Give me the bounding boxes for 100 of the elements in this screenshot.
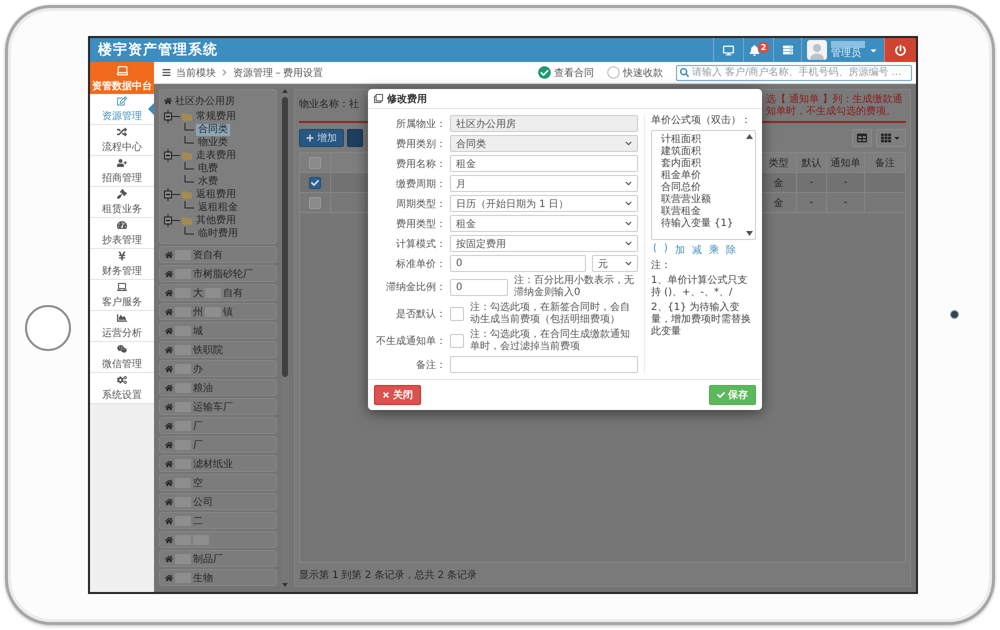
property-item[interactable]: 厂 <box>159 417 277 434</box>
tree-node[interactable]: 合同类 <box>196 124 230 136</box>
area-chart-icon <box>117 312 127 322</box>
gears-icon <box>117 374 127 384</box>
tree-node[interactable]: 物业类 <box>196 136 230 148</box>
property-item[interactable]: 资自有 <box>159 246 277 263</box>
formula-option[interactable]: 建筑面积 <box>660 146 702 158</box>
home-button[interactable] <box>25 305 71 351</box>
input-field[interactable] <box>450 356 638 373</box>
sidebar-item[interactable]: 运营分析 <box>90 311 154 342</box>
tree-node[interactable]: 返租租金 <box>196 202 240 214</box>
property-item[interactable]: 办 <box>159 360 277 377</box>
quick-link[interactable]: 快速收款 <box>603 66 667 80</box>
columns-button[interactable] <box>876 129 906 147</box>
tree-node[interactable]: 临时费用 <box>196 228 240 240</box>
tree-node[interactable]: 常规费用 <box>194 110 238 122</box>
home-icon <box>165 516 173 524</box>
operator-link[interactable]: 加 <box>674 243 685 257</box>
property-item[interactable]: 城 <box>159 322 277 339</box>
sidebar-item[interactable]: 抄表管理 <box>90 218 154 249</box>
sidebar-item[interactable]: 系统设置 <box>90 373 154 404</box>
tree-expander-icon[interactable] <box>164 188 180 201</box>
operator-link[interactable]: 除 <box>726 243 736 257</box>
formula-option[interactable]: 套内面积 <box>660 158 702 170</box>
sidebar-item[interactable]: 招商管理 <box>90 156 154 187</box>
tree-expander-icon[interactable] <box>164 110 180 123</box>
note-title: 注： <box>651 260 672 272</box>
home-icon <box>165 288 173 296</box>
user-role: 管理员 <box>831 49 861 59</box>
tree-node[interactable]: 返租费用 <box>194 188 238 200</box>
home-icon <box>165 460 173 468</box>
scrollbar[interactable] <box>281 89 289 587</box>
property-item[interactable]: 公司 <box>159 493 277 510</box>
select-field[interactable]: 租金 <box>450 215 638 232</box>
operator-link[interactable]: ) <box>664 243 668 257</box>
tree-expander-icon[interactable] <box>164 149 180 162</box>
column-header: 通知单 <box>826 153 864 172</box>
property-item[interactable]: 制品厂 <box>159 550 277 567</box>
formula-option[interactable]: 合同总价 <box>660 182 702 194</box>
checkbox[interactable] <box>309 156 321 168</box>
operator-link[interactable]: 减 <box>692 243 702 257</box>
home-icon <box>164 97 172 105</box>
field-label: 是否默认： <box>396 308 446 321</box>
save-button[interactable]: 保存 <box>709 385 756 405</box>
field-label: 标准单价： <box>396 258 446 270</box>
property-item[interactable]: 空 <box>159 474 277 491</box>
scroll-up-icon[interactable] <box>746 134 753 139</box>
property-item[interactable]: 滤材纸业 <box>159 455 277 472</box>
formula-option[interactable]: 联营租金 <box>660 206 702 218</box>
sidebar-item[interactable]: 资源管理 <box>90 94 154 125</box>
tree-root[interactable]: 社区办公用房 <box>175 94 235 108</box>
formula-option[interactable]: 待输入变量 {1} <box>660 218 734 230</box>
sidebar-item[interactable]: 微信管理 <box>90 342 154 373</box>
tree-node[interactable]: 其他费用 <box>194 214 238 226</box>
formula-option[interactable]: 联营营业额 <box>660 194 712 206</box>
select-field[interactable]: 按固定费用 <box>450 235 638 252</box>
home-icon <box>165 364 173 372</box>
sidebar-item[interactable]: 租赁业务 <box>90 187 154 218</box>
property-item[interactable]: 铁职院 <box>159 341 277 358</box>
input-field[interactable]: 0 <box>450 278 508 296</box>
sidebar-item[interactable]: 客户服务 <box>90 280 154 311</box>
property-item[interactable]: 市树脂砂轮厂 <box>159 265 277 282</box>
input-field[interactable]: 租金 <box>450 155 638 172</box>
scroll-down-icon[interactable] <box>746 231 753 236</box>
edit-icon <box>117 96 127 106</box>
property-item[interactable]: 生物 <box>159 569 277 586</box>
select-field[interactable]: 日历（开始日期为 1 日） <box>450 195 638 212</box>
sidebar-item[interactable]: 流程中心 <box>90 125 154 156</box>
add-button[interactable]: 增加 <box>299 129 344 147</box>
property-item[interactable]: 运输车厂 <box>159 398 277 415</box>
checkbox[interactable] <box>309 176 321 188</box>
property-item[interactable]: 粮油 <box>159 379 277 396</box>
table-view-button[interactable] <box>852 129 872 147</box>
tree-node[interactable]: 走表费用 <box>194 150 238 162</box>
formula-option[interactable]: 计租面积 <box>660 134 702 146</box>
tree-node[interactable]: 电费 <box>196 162 220 174</box>
breadcrumb-page: 资源管理－费用设置 <box>233 66 323 80</box>
operator-link[interactable]: 乘 <box>708 243 719 257</box>
brand-menu-item[interactable]: 资管数据中台 <box>90 62 154 94</box>
sidebar-item[interactable]: 财务管理 <box>90 249 154 280</box>
formula-label: 单价公式项（双击）： <box>651 115 752 127</box>
checkbox[interactable] <box>309 196 321 208</box>
property-item[interactable]: 大 自有 <box>159 284 277 301</box>
select-field[interactable]: 元 <box>592 255 638 272</box>
select-field[interactable]: 月 <box>450 175 638 192</box>
property-item[interactable]: 州 镇 <box>159 303 277 320</box>
field-label: 所属物业： <box>396 118 446 130</box>
close-button[interactable]: 关闭 <box>374 385 421 405</box>
tree-node[interactable]: 水费 <box>196 176 220 188</box>
chevron-right-icon <box>221 69 228 76</box>
input-field[interactable]: 0 <box>450 255 586 272</box>
operator-link[interactable]: ( <box>653 243 657 257</box>
property-item[interactable]: 厂 <box>159 436 277 453</box>
power-button[interactable] <box>884 38 916 62</box>
quick-link[interactable]: 查看合同 <box>534 66 598 80</box>
scrollbar-thumb[interactable] <box>282 97 288 377</box>
property-item[interactable]: 二 <box>159 512 277 529</box>
tree-expander-icon[interactable] <box>164 214 180 227</box>
formula-listbox[interactable]: 计租面积 建筑面积 套内面积 租金单价 合同总价 联营营业额 联营租金 待输入变量 {1} <box>651 130 756 240</box>
formula-option[interactable]: 租金单价 <box>660 170 702 182</box>
